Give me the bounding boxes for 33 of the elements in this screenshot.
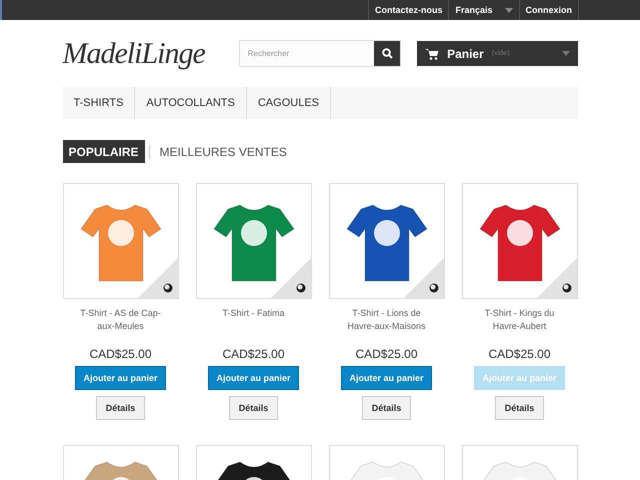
product-name[interactable]: T-Shirt - Fatima [208,307,300,335]
tab[interactable]: MEILLEURES VENTES [148,144,293,158]
menu-item[interactable]: T-SHIRTS [62,87,136,119]
menu-item[interactable]: CAGOULES [246,87,331,119]
quick-view-icon[interactable] [270,258,310,298]
details-button[interactable]: Détails [96,396,146,420]
add-to-cart-button[interactable]: Ajouter au panier [208,366,298,390]
product-price: CAD$25.00 [222,347,285,361]
add-to-cart-button[interactable]: Ajouter au panier [341,366,432,390]
logo[interactable]: MadeliLinge [62,36,239,70]
search-field[interactable]: Rechercher [238,40,402,67]
product-price: CAD$25.00 [89,347,152,361]
search-button[interactable] [374,41,400,66]
top-link[interactable]: Contactez-nous [368,0,448,20]
product-name[interactable]: T-Shirt - AS de Cap-aux-Meules [74,307,166,335]
top-link[interactable]: Connexion [518,0,579,20]
add-to-cart-button[interactable]: Ajouter au panier [75,366,166,390]
product-price: CAD$25.00 [355,347,418,361]
details-button[interactable]: Détails [362,396,412,420]
quick-view-icon[interactable] [138,258,178,298]
product-price: CAD$25.00 [488,347,551,361]
product-name[interactable]: T-Shirt - Lions de Havre-aux-Maisons [340,307,432,335]
details-button[interactable]: Détails [228,396,278,420]
caret-icon [504,8,512,12]
search-icon [382,48,393,59]
quick-view-icon[interactable] [404,258,444,298]
caret-icon [562,51,570,56]
product-image[interactable] [328,183,444,299]
language-dropdown[interactable]: Français [448,0,518,20]
cart-icon [425,48,440,60]
menu-item[interactable]: AUTOCOLLANTS [135,87,247,119]
tab[interactable]: POPULAIRE [62,140,145,163]
quick-view-icon[interactable] [536,258,576,298]
